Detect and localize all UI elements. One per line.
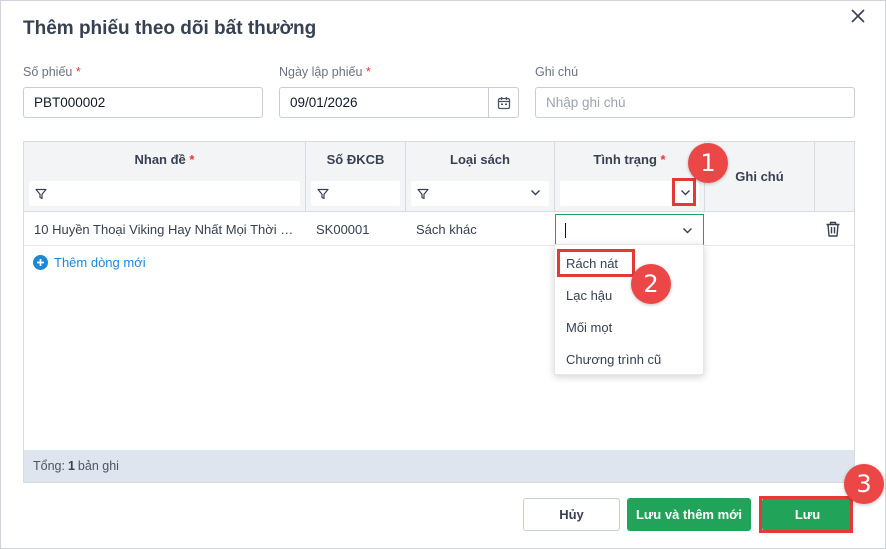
status-option-outdated[interactable]: Lạc hậu [566, 288, 612, 303]
status-option-termite[interactable]: Mối mọt [566, 320, 612, 335]
code-input[interactable]: PBT000002 [23, 87, 263, 118]
annotation-badge-3: 3 [844, 464, 884, 504]
status-select[interactable] [555, 214, 704, 245]
chevron-down-icon [531, 190, 540, 196]
close-icon[interactable] [847, 5, 869, 27]
title-filter[interactable] [29, 181, 300, 206]
registration-no-filter[interactable] [311, 181, 400, 206]
chevron-down-icon[interactable] [682, 225, 693, 236]
status-option-old-curriculum[interactable]: Chương trình cũ [566, 352, 661, 367]
dialog-title: Thêm phiếu theo dõi bất thường [23, 18, 317, 39]
row-book-type: Sách khác [416, 221, 477, 237]
add-abnormal-ticket-dialog: Thêm phiếu theo dõi bất thường Số phiếu … [0, 0, 886, 549]
annotation-badge-2: 2 [631, 264, 671, 304]
filter-icon [417, 188, 429, 199]
annotation-badge-1: 1 [688, 143, 728, 183]
plus-circle-icon [33, 255, 48, 270]
grid-footer: Tổng: 1 bản ghi [24, 450, 854, 482]
trash-icon[interactable] [814, 212, 854, 246]
col-book-type: Loại sách [406, 142, 555, 212]
code-label: Số phiếu * [23, 65, 81, 79]
add-row-button[interactable]: Thêm dòng mới [33, 255, 146, 270]
add-row-label: Thêm dòng mới [54, 255, 146, 270]
book-type-filter[interactable] [411, 181, 549, 206]
highlight-status-chevron [672, 178, 696, 206]
grid-header: Nhan đề * Số ĐKCB Loại sách Tình trạng *… [24, 142, 854, 212]
date-input[interactable]: 09/01/2026 [279, 87, 519, 118]
cancel-button[interactable]: Hủy [523, 498, 620, 531]
date-label: Ngày lập phiếu * [279, 65, 371, 79]
col-title: Nhan đề * [24, 142, 306, 212]
text-cursor [565, 223, 566, 238]
row-registration-no: SK00001 [316, 221, 370, 237]
col-registration-no: Số ĐKCB [306, 142, 406, 212]
table-row[interactable]: 10 Huyền Thoại Viking Hay Nhất Mọi Thời … [24, 212, 854, 246]
calendar-icon[interactable] [488, 88, 518, 117]
note-input[interactable]: Nhập ghi chú [535, 87, 855, 118]
highlight-option-torn [557, 249, 635, 277]
filter-icon [35, 188, 47, 199]
save-and-new-button[interactable]: Lưu và thêm mới [627, 498, 751, 531]
highlight-save-button [759, 496, 853, 533]
note-label: Ghi chú [535, 65, 579, 79]
row-title: 10 Huyền Thoại Viking Hay Nhất Mọi Thời … [34, 221, 296, 237]
filter-icon [317, 188, 329, 199]
book-grid: Nhan đề * Số ĐKCB Loại sách Tình trạng *… [23, 141, 855, 483]
